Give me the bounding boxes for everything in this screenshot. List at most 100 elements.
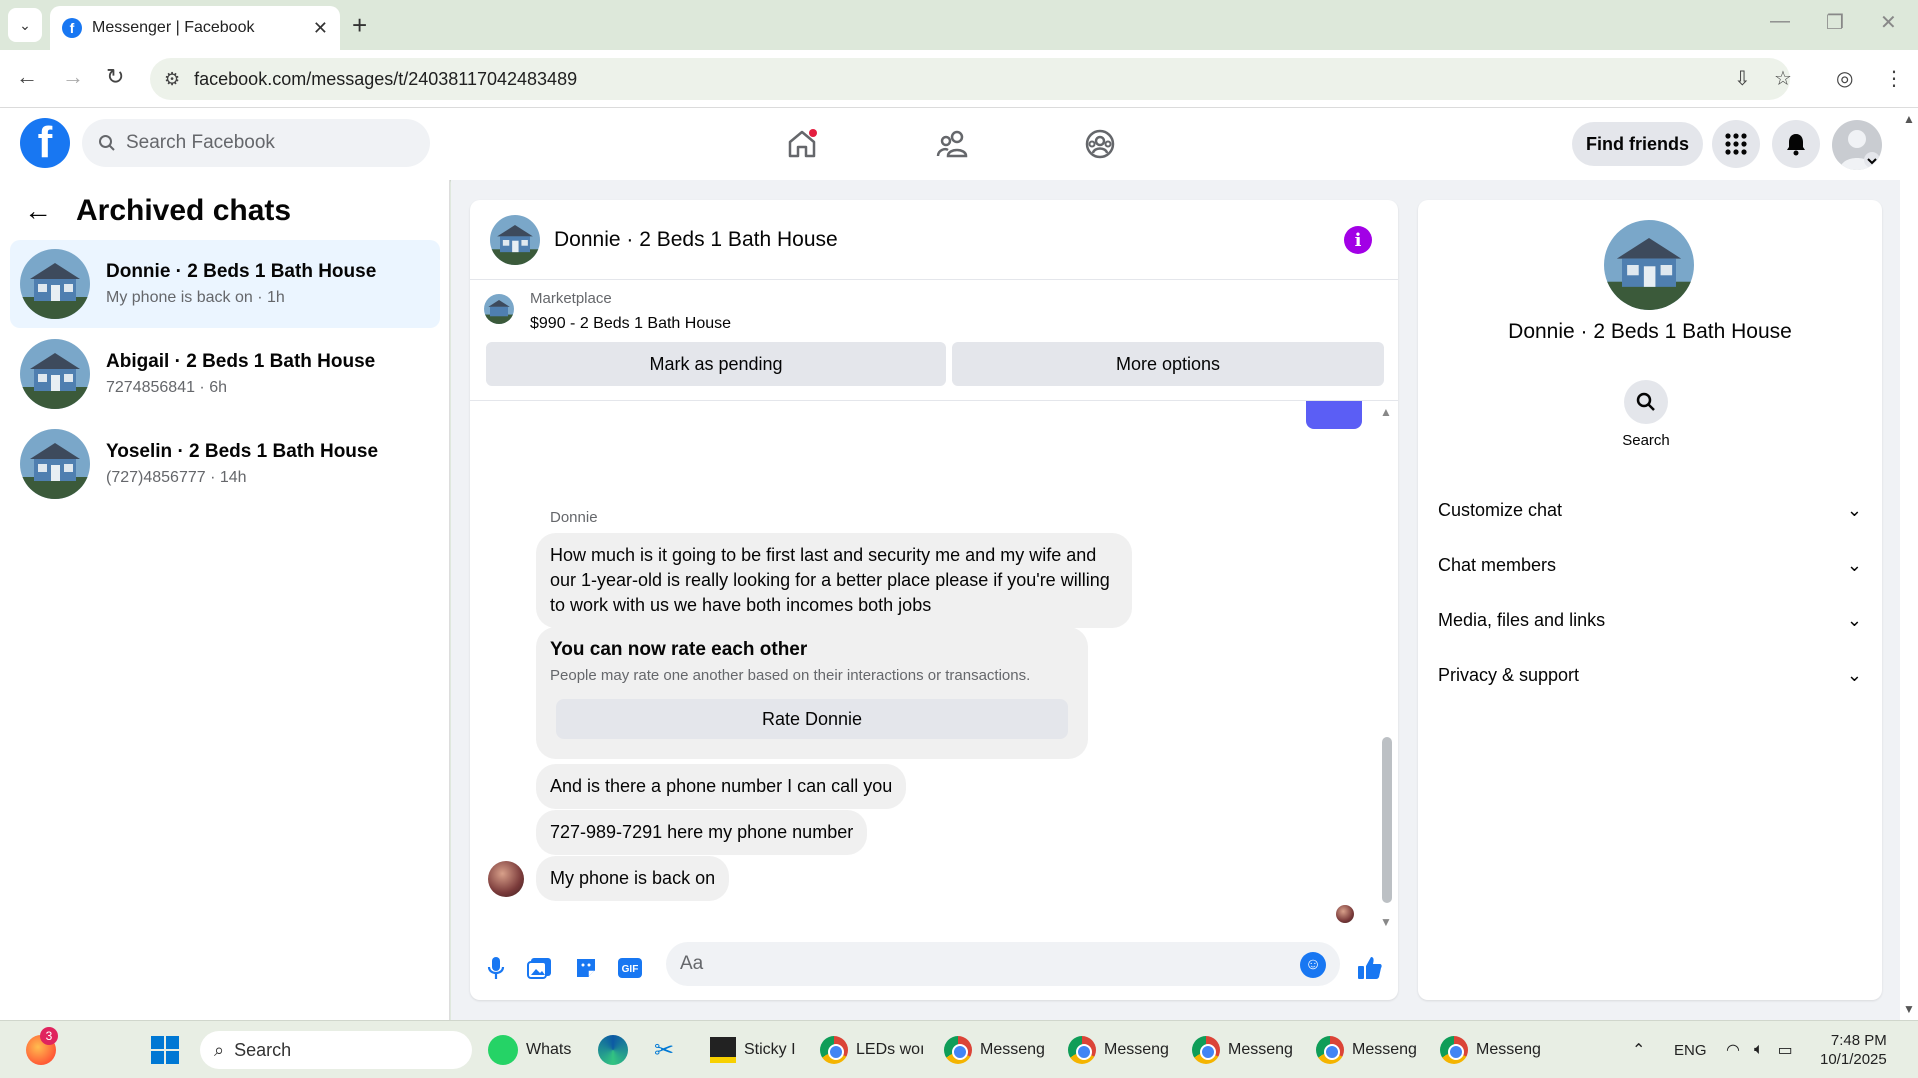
- facebook-search-input[interactable]: Search Facebook: [82, 119, 430, 167]
- clock[interactable]: 7:48 PM 10/1/2025: [1820, 1031, 1887, 1069]
- conversation-panel: Donnie · 2 Beds 1 Bath House i Marketpla…: [470, 200, 1398, 1000]
- find-friends-button[interactable]: Find friends: [1572, 122, 1703, 166]
- chrome-taskbar-item[interactable]: Messeng: [1316, 1033, 1417, 1067]
- chrome-icon: [1316, 1036, 1344, 1064]
- section-label: Privacy & support: [1438, 664, 1580, 685]
- facebook-logo[interactable]: f: [20, 118, 70, 168]
- friends-icon[interactable]: [932, 124, 972, 164]
- language-indicator[interactable]: ENG: [1674, 1033, 1707, 1067]
- chrome-taskbar-item[interactable]: Messeng: [1192, 1033, 1293, 1067]
- forward-icon[interactable]: →: [62, 64, 84, 90]
- windows-start-icon[interactable]: [150, 1033, 180, 1067]
- privacy-support-section[interactable]: Privacy & support ⌄: [1438, 655, 1862, 695]
- rate-each-other-card: You can now rate each other People may r…: [536, 627, 1088, 759]
- edge-taskbar-icon[interactable]: [598, 1033, 628, 1067]
- search-icon: [1636, 392, 1655, 411]
- mark-as-pending-button[interactable]: Mark as pending: [486, 342, 946, 386]
- sender-name: Donnie: [550, 509, 598, 526]
- rate-donnie-button[interactable]: Rate Donnie: [556, 699, 1068, 739]
- notifications-bell-icon[interactable]: [1772, 120, 1820, 168]
- notification-badge: 3: [40, 1027, 58, 1045]
- sender-avatar[interactable]: [488, 861, 524, 897]
- show-hidden-icons-chevron-icon[interactable]: ⌃: [1632, 1033, 1645, 1067]
- tab-title: Messenger | Facebook: [92, 19, 255, 36]
- bookmark-star-icon[interactable]: ☆: [1774, 66, 1792, 91]
- microphone-icon[interactable]: [482, 954, 510, 982]
- chrome-taskbar-item[interactable]: Messeng: [1068, 1033, 1169, 1067]
- chat-name: Abigail · 2 Beds 1 Bath House: [106, 351, 376, 372]
- chat-info-avatar[interactable]: [1604, 220, 1694, 310]
- search-in-conversation-button[interactable]: [1624, 380, 1668, 424]
- new-tab-icon[interactable]: +: [352, 10, 367, 41]
- taskbar-search[interactable]: ⌕ Search: [200, 1031, 472, 1069]
- conversation-title[interactable]: Donnie · 2 Beds 1 Bath House: [554, 228, 838, 252]
- sticker-icon[interactable]: [572, 954, 600, 982]
- chrome-taskbar-item[interactable]: Messeng: [1440, 1033, 1541, 1067]
- account-avatar[interactable]: [1832, 120, 1882, 170]
- page-scroll-down-icon[interactable]: ▼: [1903, 1002, 1915, 1016]
- home-icon[interactable]: [782, 124, 822, 164]
- chrome-taskbar-item[interactable]: Messeng: [944, 1033, 1045, 1067]
- groups-icon[interactable]: [1080, 124, 1120, 164]
- install-app-icon[interactable]: ⇩: [1734, 66, 1751, 91]
- reload-icon[interactable]: ↻: [106, 64, 124, 90]
- scroll-up-arrow-icon[interactable]: ▲: [1380, 405, 1392, 419]
- chat-item-abigail[interactable]: Abigail · 2 Beds 1 Bath House 7274856841…: [10, 330, 440, 418]
- battery-icon: ▭: [1777, 1042, 1793, 1059]
- listing-thumbnail: [484, 294, 514, 324]
- taskbar-app-label: Messeng: [1228, 1041, 1293, 1058]
- system-tray[interactable]: ◠ 🔈︎ ▭: [1726, 1033, 1793, 1067]
- emoji-icon[interactable]: ☺: [1300, 952, 1326, 978]
- tab-list-chevron-icon[interactable]: ⌄: [8, 8, 42, 42]
- chat-members-section[interactable]: Chat members ⌄: [1438, 545, 1862, 585]
- firefox-taskbar-icon[interactable]: 3: [26, 1027, 58, 1067]
- address-bar[interactable]: ⚙ facebook.com/messages/t/24038117042483…: [150, 58, 1790, 100]
- whatsapp-taskbar-item[interactable]: Whats: [488, 1033, 571, 1067]
- browser-menu-icon[interactable]: ⋮: [1884, 66, 1904, 91]
- restore-window-icon[interactable]: ❐: [1826, 10, 1844, 35]
- message-scrollbar-thumb[interactable]: [1382, 737, 1392, 903]
- close-tab-icon[interactable]: ✕: [313, 18, 328, 39]
- customize-chat-section[interactable]: Customize chat ⌄: [1438, 490, 1862, 530]
- search-placeholder: Search Facebook: [126, 132, 275, 153]
- message-bubble[interactable]: And is there a phone number I can call y…: [536, 764, 907, 809]
- browser-tab-messenger[interactable]: f Messenger | Facebook ✕: [50, 6, 340, 50]
- gif-icon[interactable]: GIF: [616, 954, 644, 982]
- message-bubble[interactable]: 727-989-7291 here my phone number: [536, 810, 868, 855]
- sent-message-fragment: [1306, 401, 1362, 429]
- snipping-tool-taskbar-icon[interactable]: ✂: [654, 1033, 674, 1067]
- page-scrollbar[interactable]: ▲ ▼: [1900, 108, 1918, 1020]
- profile-icon[interactable]: ◎: [1836, 66, 1853, 91]
- close-window-icon[interactable]: ✕: [1880, 10, 1897, 35]
- rate-card-description: People may rate one another based on the…: [550, 667, 1031, 684]
- url-text: facebook.com/messages/t/2403811704248348…: [194, 68, 578, 89]
- conversation-avatar[interactable]: [490, 214, 540, 265]
- page-scroll-up-icon[interactable]: ▲: [1903, 112, 1915, 126]
- thumbs-up-icon[interactable]: [1356, 954, 1384, 982]
- scroll-down-arrow-icon[interactable]: ▼: [1380, 915, 1392, 929]
- marketplace-listing[interactable]: Marketplace $990 - 2 Beds 1 Bath House: [484, 290, 731, 333]
- chat-item-yoselin[interactable]: Yoselin · 2 Beds 1 Bath House (727)48567…: [10, 420, 440, 508]
- taskbar-app-label: Messeng: [980, 1041, 1045, 1058]
- photo-icon[interactable]: [526, 954, 554, 982]
- media-files-links-section[interactable]: Media, files and links ⌄: [1438, 600, 1862, 640]
- chevron-down-icon: ⌄: [1846, 609, 1862, 630]
- minimize-window-icon[interactable]: —: [1770, 10, 1790, 33]
- chat-item-donnie[interactable]: Donnie · 2 Beds 1 Bath House My phone is…: [10, 240, 440, 328]
- chrome-taskbar-item[interactable]: LEDs woı: [820, 1033, 924, 1067]
- site-info-icon[interactable]: ⚙: [164, 69, 180, 90]
- more-options-button[interactable]: More options: [952, 342, 1384, 386]
- back-arrow-icon[interactable]: ←: [24, 195, 52, 227]
- archived-chats-title: Archived chats: [76, 194, 292, 227]
- chevron-down-icon: ⌄: [1846, 664, 1862, 685]
- chat-name: Donnie · 2 Beds 1 Bath House: [106, 261, 377, 282]
- message-bubble[interactable]: How much is it going to be first last an…: [536, 533, 1132, 628]
- taskbar-app-label: Whats: [526, 1041, 572, 1058]
- info-icon[interactable]: i: [1344, 226, 1372, 254]
- message-input[interactable]: Aa: [666, 942, 1340, 986]
- message-bubble[interactable]: My phone is back on: [536, 856, 730, 901]
- conversation-header: Donnie · 2 Beds 1 Bath House i: [470, 200, 1398, 280]
- menu-grid-icon[interactable]: [1712, 120, 1760, 168]
- back-icon[interactable]: ←: [16, 64, 38, 90]
- sticky-notes-taskbar-item[interactable]: Sticky I: [710, 1033, 796, 1067]
